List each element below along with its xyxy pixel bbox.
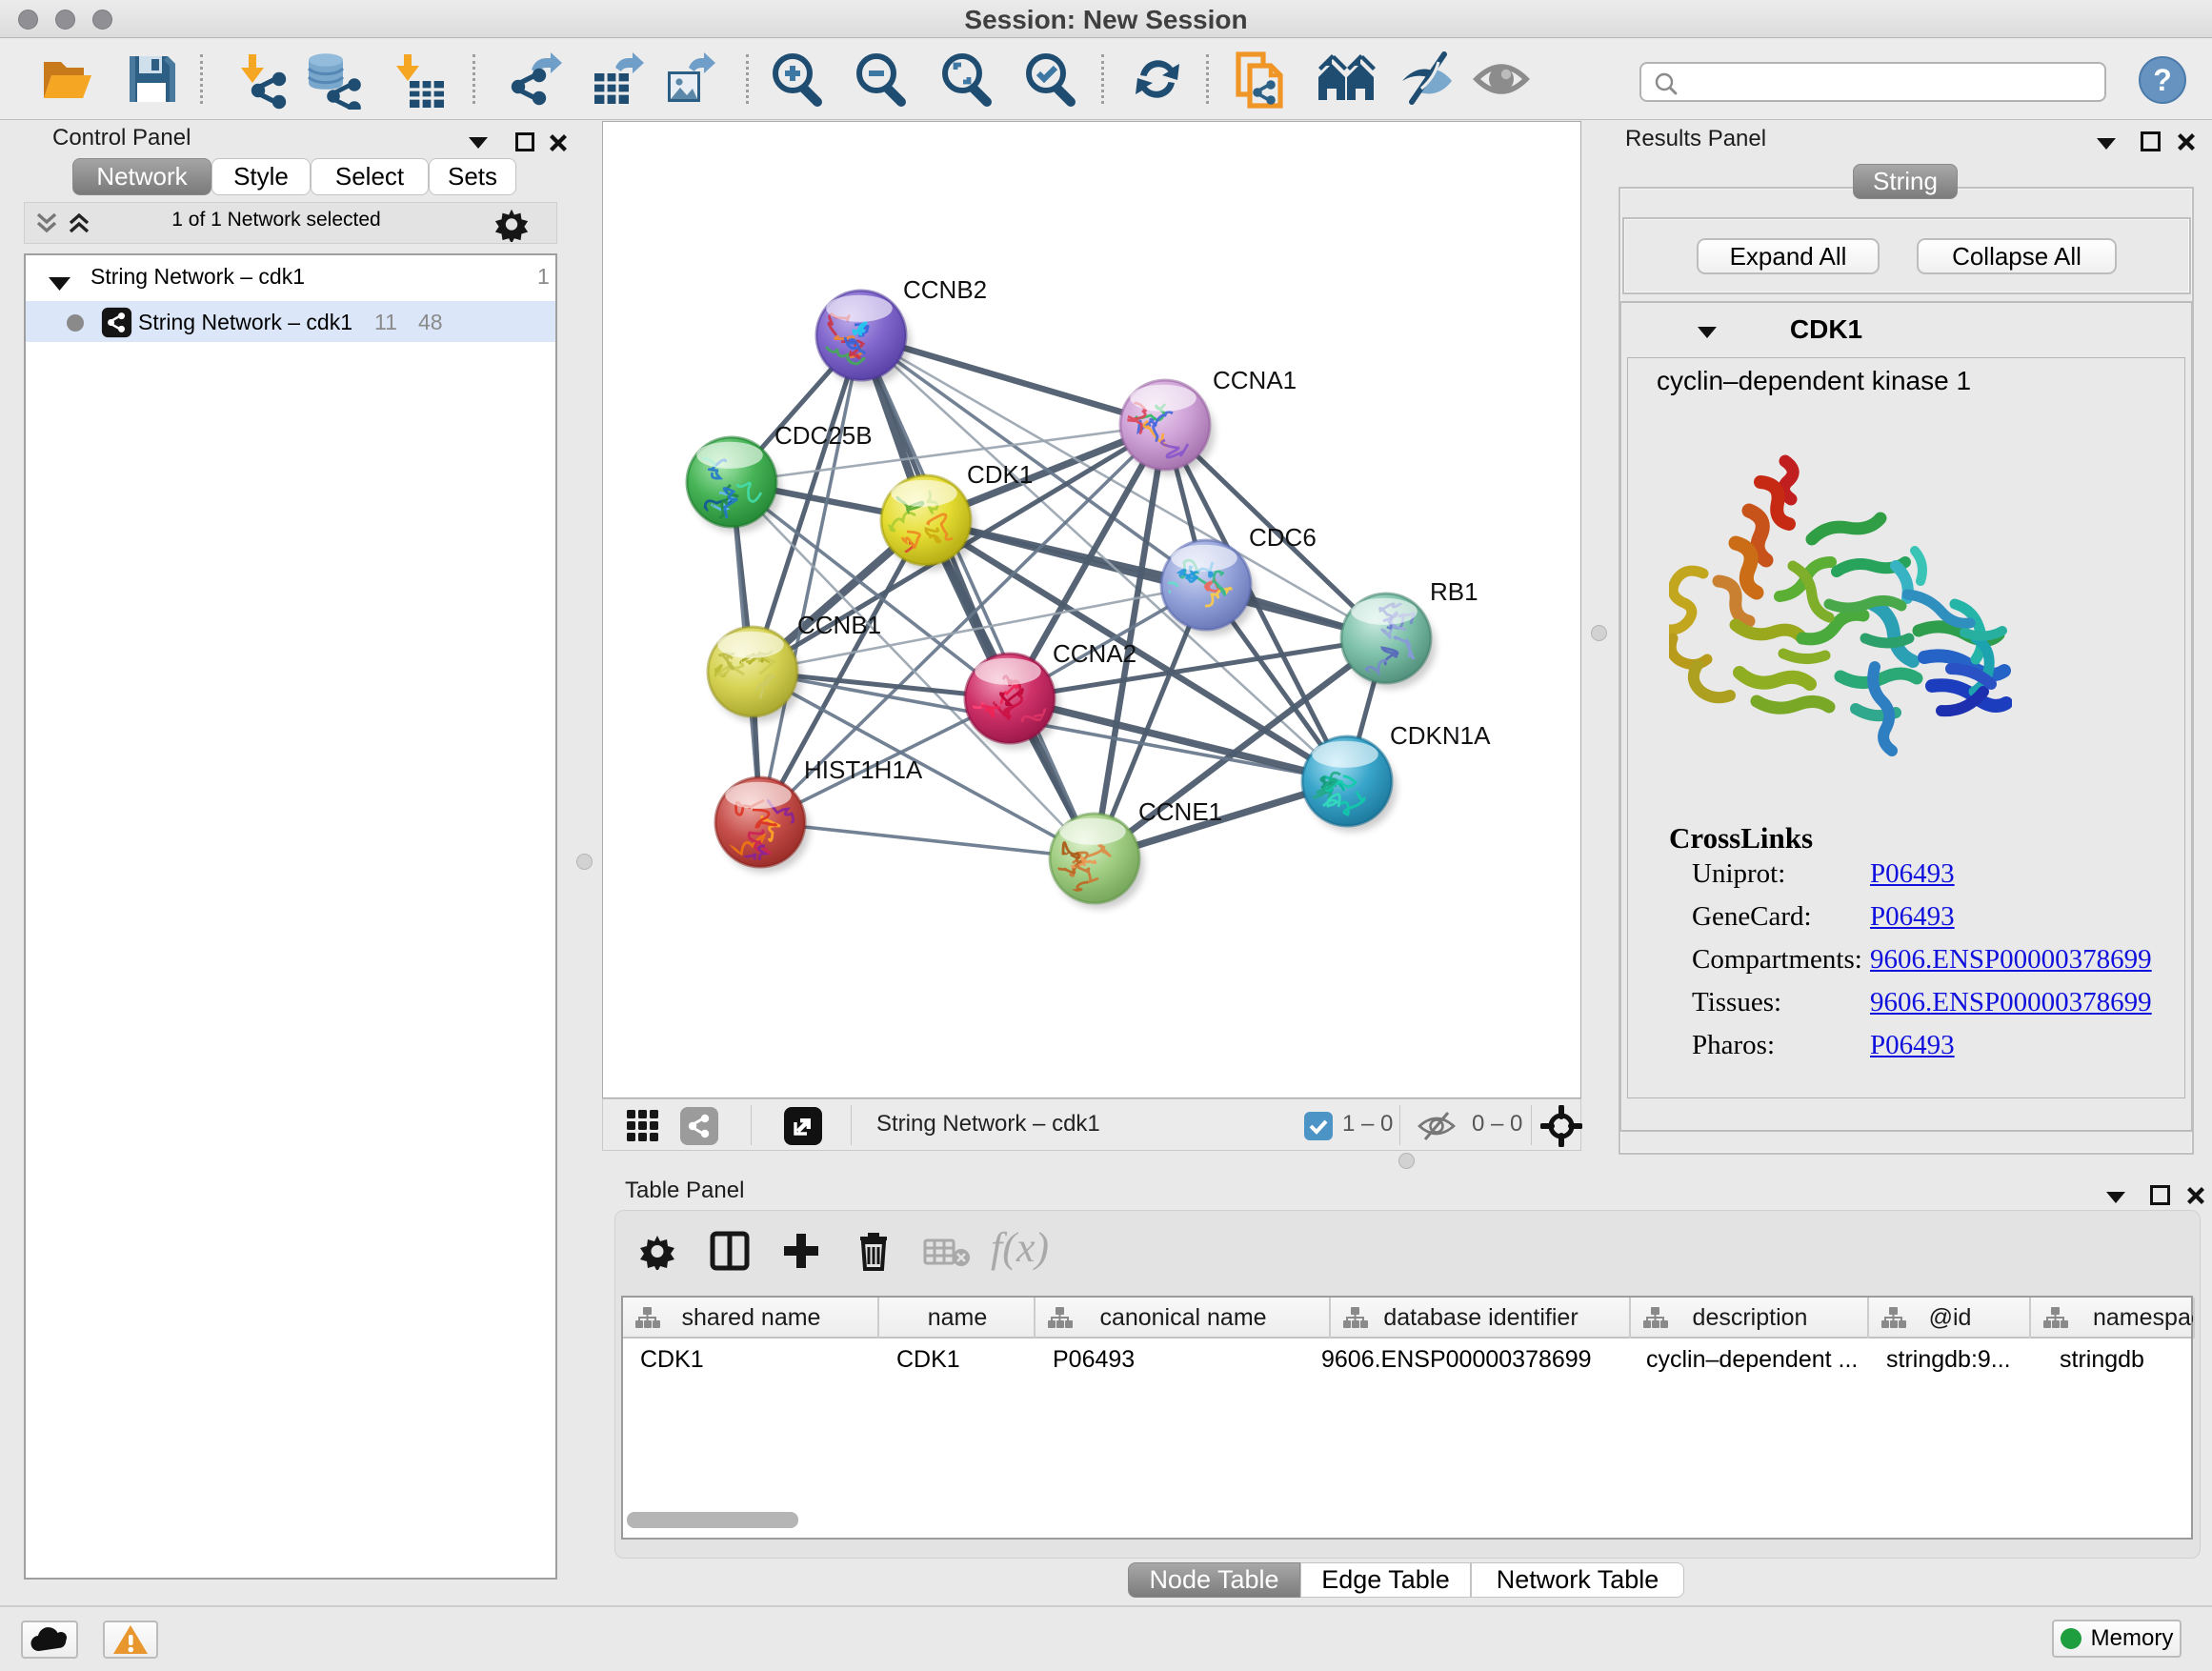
svg-text:HIST1H1A: HIST1H1A	[804, 755, 923, 784]
svg-text:CCNB1: CCNB1	[797, 611, 881, 639]
svg-text:CCNA2: CCNA2	[1053, 639, 1136, 668]
svg-text:CCNE1: CCNE1	[1138, 797, 1222, 826]
svg-text:?: ?	[2153, 63, 2172, 97]
svg-text:CDC25B: CDC25B	[774, 421, 873, 450]
svg-text:CDKN1A: CDKN1A	[1390, 721, 1491, 750]
svg-text:CDK1: CDK1	[967, 460, 1033, 489]
svg-text:CCNA1: CCNA1	[1213, 366, 1297, 394]
svg-text:CCNB2: CCNB2	[903, 275, 987, 304]
svg-text:RB1: RB1	[1430, 577, 1478, 606]
svg-text:CDC6: CDC6	[1249, 523, 1317, 552]
